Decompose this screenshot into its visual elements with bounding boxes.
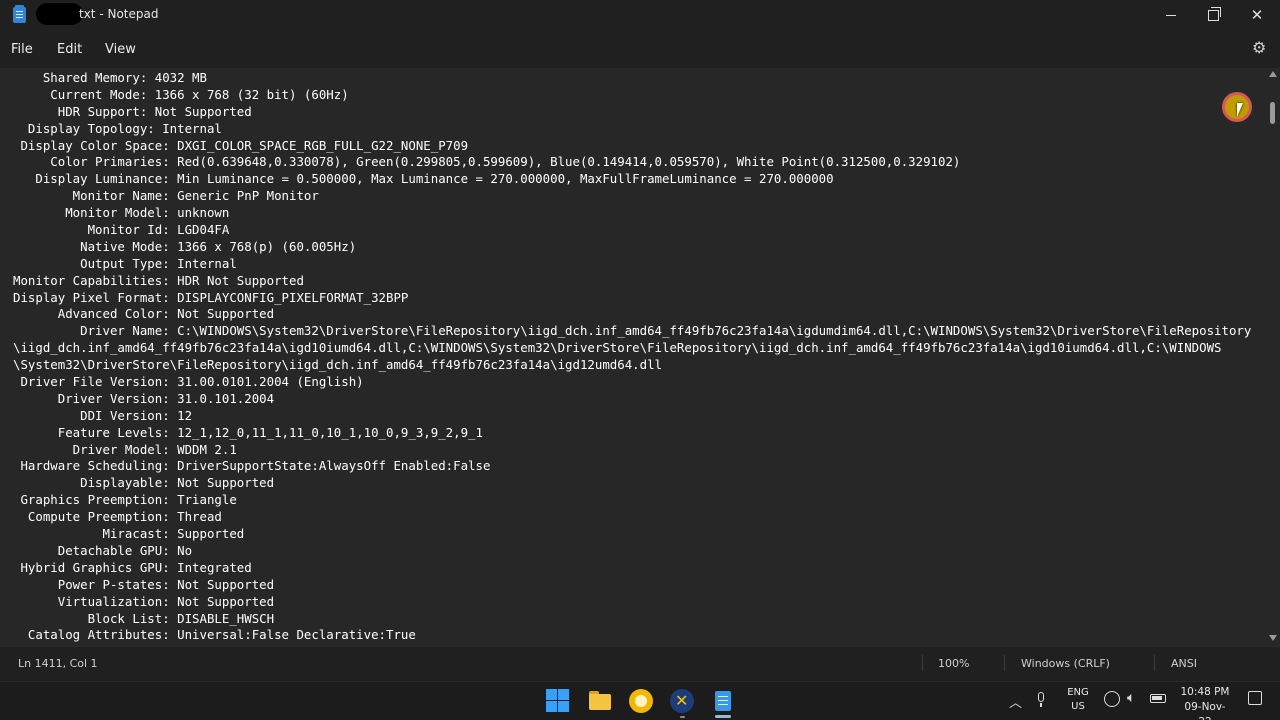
- text-editor[interactable]: Shared Memory: 4032 MB Current Mode: 136…: [0, 68, 1266, 646]
- text-line[interactable]: Graphics Preemption: Triangle: [13, 492, 1251, 509]
- text-line[interactable]: Power P-states: Not Supported: [13, 577, 1251, 594]
- maximize-button[interactable]: [1190, 0, 1236, 30]
- windows-start-icon[interactable]: [546, 689, 570, 713]
- text-line[interactable]: Block List: DISABLE_HWSCH: [13, 611, 1251, 628]
- text-line[interactable]: Display Color Space: DXGI_COLOR_SPACE_RG…: [13, 138, 1251, 155]
- text-line[interactable]: Display Luminance: Min Luminance = 0.500…: [13, 171, 1251, 188]
- chrome-icon[interactable]: [629, 689, 653, 713]
- status-bar: Ln 1411, Col 1 100% Windows (CRLF) ANSI: [0, 646, 1280, 681]
- text-line[interactable]: Monitor Model: unknown: [13, 205, 1251, 222]
- running-indicator: [680, 716, 685, 718]
- encoding: ANSI: [1171, 657, 1197, 670]
- text-line[interactable]: Color Primaries: Red(0.639648,0.330078),…: [13, 154, 1251, 171]
- text-line[interactable]: Virtualization: Not Supported: [13, 594, 1251, 611]
- clock[interactable]: 10:48 PM 09-Nov-22: [1180, 685, 1230, 720]
- scroll-up-icon[interactable]: [1269, 71, 1277, 77]
- text-line[interactable]: Hardware Scheduling: DriverSupportState:…: [13, 458, 1251, 475]
- text-line[interactable]: Monitor Name: Generic PnP Monitor: [13, 188, 1251, 205]
- text-line[interactable]: Native Mode: 1366 x 768(p) (60.005Hz): [13, 239, 1251, 256]
- clock-time: 10:48 PM: [1180, 686, 1230, 698]
- scroll-thumb[interactable]: [1270, 102, 1275, 124]
- cursor-position: Ln 1411, Col 1: [18, 657, 98, 670]
- text-line[interactable]: Miracast: Supported: [13, 526, 1251, 543]
- chevron-up-icon[interactable]: ︿: [1009, 692, 1022, 711]
- notepad-icon: [13, 5, 26, 23]
- language-indicator[interactable]: ENG US: [1066, 686, 1090, 714]
- taskbar: ︿ ENG US 🔈︎ 10:48 PM 09-Nov-22: [0, 681, 1280, 720]
- text-line[interactable]: Advanced Color: Not Supported: [13, 306, 1251, 323]
- text-line[interactable]: Monitor Id: LGD04FA: [13, 222, 1251, 239]
- text-line[interactable]: HDR Support: Not Supported: [13, 104, 1251, 121]
- text-line[interactable]: DDI Version: 12: [13, 408, 1251, 425]
- text-line[interactable]: Driver Model: WDDM 2.1: [13, 442, 1251, 459]
- battery-icon[interactable]: [1150, 694, 1166, 703]
- microphone-icon[interactable]: [1036, 692, 1046, 708]
- menu-edit[interactable]: Edit: [57, 42, 82, 57]
- notification-icon[interactable]: [1248, 691, 1262, 705]
- window-title: txt - Notepad: [79, 7, 159, 21]
- text-line[interactable]: \System32\DriverStore\FileRepository\iig…: [13, 357, 1251, 374]
- mouse-pointer-icon: [1237, 103, 1243, 117]
- network-icon[interactable]: [1104, 691, 1120, 707]
- editor-text[interactable]: Shared Memory: 4032 MB Current Mode: 136…: [13, 70, 1251, 644]
- text-line[interactable]: Driver Name: C:\WINDOWS\System32\DriverS…: [13, 323, 1251, 340]
- text-line[interactable]: Detachable GPU: No: [13, 543, 1251, 560]
- text-line[interactable]: Shared Memory: 4032 MB: [13, 70, 1251, 87]
- text-line[interactable]: Monitor Capabilities: HDR Not Supported: [13, 273, 1251, 290]
- minimize-button[interactable]: [1148, 0, 1194, 30]
- minimize-icon: [1166, 14, 1176, 16]
- notepad-taskbar-icon[interactable]: [711, 689, 735, 713]
- text-line[interactable]: Feature Levels: 12_1,12_0,11_1,11_0,10_1…: [13, 425, 1251, 442]
- text-line[interactable]: Hybrid Graphics GPU: Integrated: [13, 560, 1251, 577]
- title-bar: txt - Notepad ✕: [0, 0, 1280, 30]
- text-line[interactable]: Driver Version: 31.0.101.2004: [13, 391, 1251, 408]
- divider: [1004, 655, 1005, 671]
- menu-file[interactable]: File: [11, 42, 33, 57]
- text-line[interactable]: Display Pixel Format: DISPLAYCONFIG_PIXE…: [13, 290, 1251, 307]
- text-line[interactable]: Output Type: Internal: [13, 256, 1251, 273]
- region-code: US: [1071, 701, 1085, 712]
- menu-view[interactable]: View: [105, 42, 136, 57]
- menu-bar: File Edit View ⚙: [0, 30, 1280, 68]
- active-indicator: [715, 715, 731, 718]
- volume-icon[interactable]: 🔈︎: [1127, 690, 1135, 706]
- language-code: ENG: [1067, 687, 1089, 698]
- settings-gear-icon[interactable]: ⚙: [1252, 40, 1268, 56]
- clock-date: 09-Nov-22: [1184, 701, 1226, 720]
- vertical-scrollbar[interactable]: [1266, 68, 1280, 646]
- text-line[interactable]: \iigd_dch.inf_amd64_ff49fb76c23fa14a\igd…: [13, 340, 1251, 357]
- file-explorer-icon[interactable]: [588, 689, 612, 713]
- restore-icon: [1207, 6, 1221, 21]
- text-line[interactable]: Current Mode: 1366 x 768 (32 bit) (60Hz): [13, 87, 1251, 104]
- divider: [1154, 655, 1155, 671]
- close-icon: ✕: [1250, 5, 1264, 24]
- text-line[interactable]: Catalog Attributes: Universal:False Decl…: [13, 627, 1251, 644]
- text-line[interactable]: Display Topology: Internal: [13, 121, 1251, 138]
- zoom-level: 100%: [938, 657, 970, 670]
- divider: [922, 655, 923, 671]
- text-line[interactable]: Compute Preemption: Thread: [13, 509, 1251, 526]
- line-endings: Windows (CRLF): [1021, 657, 1110, 670]
- close-button[interactable]: ✕: [1234, 0, 1280, 30]
- text-line[interactable]: Driver File Version: 31.00.0101.2004 (En…: [13, 374, 1251, 391]
- scroll-down-icon[interactable]: [1269, 635, 1277, 641]
- redacted-filename: [36, 3, 83, 25]
- app-icon[interactable]: [670, 689, 694, 713]
- text-line[interactable]: Displayable: Not Supported: [13, 475, 1251, 492]
